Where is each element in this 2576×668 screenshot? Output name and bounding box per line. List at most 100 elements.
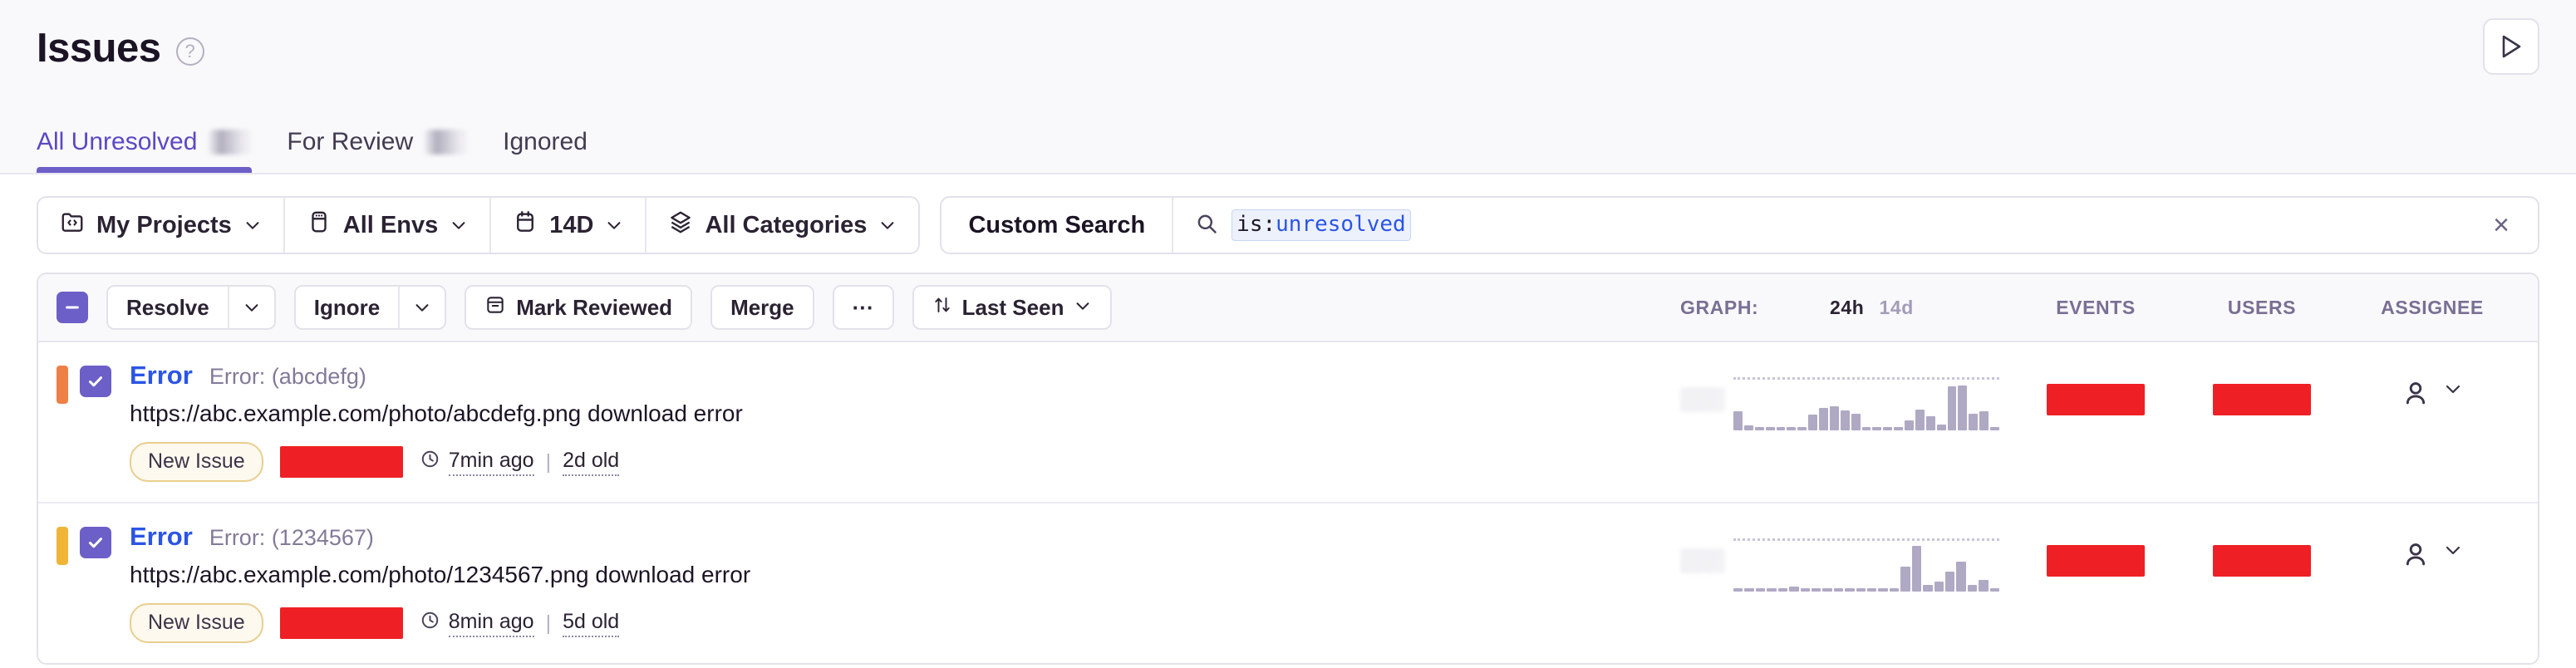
graph-period-24h[interactable]: 24h — [1830, 297, 1864, 319]
server-icon — [307, 209, 332, 241]
sparkline-bar — [1845, 588, 1855, 592]
tab-count-badge-redacted — [425, 130, 469, 155]
resolve-dropdown-chevron-down-icon[interactable] — [227, 287, 274, 328]
assignee-column-header: ASSIGNEE — [2381, 296, 2484, 318]
search-token[interactable]: is:unresolved — [1231, 209, 1411, 241]
redacted-users-count — [2213, 384, 2311, 415]
play-triangle-icon[interactable] — [2483, 18, 2539, 75]
chevron-down-icon[interactable] — [2443, 540, 2463, 564]
sparkline-bar — [1789, 587, 1799, 592]
sparkline-bar — [1934, 582, 1944, 592]
new-issue-badge: New Issue — [130, 442, 263, 482]
tab-ignored[interactable]: Ignored — [503, 128, 587, 173]
user-icon[interactable] — [2401, 379, 2430, 411]
clock-icon — [420, 610, 440, 636]
chevron-down-icon — [1074, 295, 1092, 321]
graph-period-14d[interactable]: 14d — [1879, 297, 1913, 319]
ignore-button[interactable]: Ignore — [295, 287, 399, 328]
issue-time-meta: 8min ago | 5d old — [420, 610, 620, 637]
issue-type-link[interactable]: Error — [130, 522, 193, 552]
filter-all-categories[interactable]: All Categories — [646, 198, 918, 253]
sparkline-bar — [1967, 584, 1978, 592]
filter-bar: My Projects All Envs 14D All Categories … — [0, 174, 2576, 273]
issue-assignee-cell[interactable] — [2345, 522, 2519, 572]
sparkline-bar — [1808, 414, 1817, 430]
issue-title-line: Error Error: (1234567) — [130, 522, 1680, 552]
filter-all-envs[interactable]: All Envs — [285, 198, 492, 253]
issue-users-cell — [2179, 522, 2345, 577]
issue-list: Error Error: (abcdefg) https://abc.examp… — [38, 342, 2538, 663]
sparkline-bar — [1743, 425, 1753, 430]
issue-last-seen[interactable]: 7min ago — [448, 449, 534, 476]
sparkline-bar — [1905, 420, 1914, 430]
filter-label: All Envs — [342, 211, 439, 238]
sort-updown-icon — [932, 295, 952, 321]
close-icon[interactable]: × — [2465, 198, 2538, 253]
sort-label: Last Seen — [961, 294, 1064, 320]
issue-level-indicator — [57, 366, 68, 404]
tab-for-review[interactable]: For Review — [287, 128, 469, 173]
ignore-dropdown-chevron-down-icon[interactable] — [398, 287, 445, 328]
issues-panel: Resolve Ignore Mark Reviewed Merge ··· L… — [37, 273, 2539, 665]
sparkline-bar — [1872, 427, 1882, 430]
chevron-down-icon[interactable] — [2443, 379, 2463, 403]
issue-row[interactable]: Error Error: (1234567) https://abc.examp… — [38, 503, 2538, 663]
sparkline-bar — [1900, 567, 1910, 592]
users-column-header: USERS — [2227, 296, 2297, 318]
tab-count-badge-redacted — [209, 130, 253, 155]
issue-events-cell — [2013, 522, 2179, 577]
merge-button[interactable]: Merge — [712, 287, 813, 328]
issue-age[interactable]: 2d old — [563, 449, 620, 476]
sparkline-bar — [1867, 588, 1877, 592]
tab-bar: All Unresolved For Review Ignored — [37, 128, 622, 173]
issue-row[interactable]: Error Error: (abcdefg) https://abc.examp… — [38, 342, 2538, 503]
issue-row-checkbox[interactable] — [80, 366, 111, 397]
issue-culprit: Error: (abcdefg) — [209, 364, 366, 389]
issue-type-link[interactable]: Error — [130, 361, 193, 390]
more-actions-button[interactable]: ··· — [833, 287, 892, 328]
sparkline-bar — [1733, 588, 1743, 592]
filter-my-projects[interactable]: My Projects — [38, 198, 285, 253]
redacted-events-count — [2047, 384, 2145, 415]
issue-age[interactable]: 5d old — [563, 610, 620, 637]
layers-icon — [668, 209, 693, 241]
search-token-value: unresolved — [1276, 212, 1406, 238]
select-all-checkbox[interactable] — [57, 292, 88, 323]
issue-last-seen[interactable]: 8min ago — [448, 610, 534, 637]
sparkline-bar — [1822, 588, 1832, 592]
search-icon — [1195, 212, 1218, 239]
sort-button[interactable]: Last Seen — [913, 287, 1111, 328]
issue-row-checkbox[interactable] — [80, 527, 111, 558]
user-icon[interactable] — [2401, 540, 2430, 572]
sparkline-bar — [1767, 588, 1777, 592]
column-headers: GRAPH: 24h 14d EVENTS USERS ASSIGNEE — [1680, 297, 2519, 319]
sparkline-bar — [1979, 411, 1989, 430]
issue-details: Error Error: (1234567) https://abc.examp… — [111, 522, 1680, 643]
search-input[interactable]: is:unresolved — [1173, 198, 2465, 253]
sparkline-bar — [1819, 408, 1828, 430]
issues-toolbar: Resolve Ignore Mark Reviewed Merge ··· L… — [38, 274, 2538, 342]
filter-label: 14D — [549, 211, 594, 238]
tab-label: For Review — [287, 128, 414, 155]
redacted-events-count — [2047, 545, 2145, 577]
resolve-button[interactable]: Resolve — [108, 287, 228, 328]
sparkline-bar — [1915, 409, 1925, 430]
sparkline-bar — [1956, 562, 1966, 592]
tab-all-unresolved[interactable]: All Unresolved — [37, 128, 253, 173]
question-circle-icon[interactable]: ? — [175, 37, 204, 66]
mark-reviewed-button[interactable]: Mark Reviewed — [466, 287, 691, 328]
sparkline-bar — [1911, 545, 1922, 592]
chevron-down-icon — [878, 216, 897, 234]
issue-culprit: Error: (1234567) — [209, 525, 374, 550]
tab-label: All Unresolved — [37, 128, 198, 155]
issue-title-line: Error Error: (abcdefg) — [130, 361, 1680, 390]
sparkline-bar — [1989, 588, 2000, 592]
issue-time-meta: 7min ago | 2d old — [420, 449, 620, 476]
issue-assignee-cell[interactable] — [2345, 361, 2519, 411]
filter-date-range[interactable]: 14D — [491, 198, 647, 253]
search-bar: Custom Search is:unresolved × — [940, 196, 2539, 254]
sparkline-bar — [1947, 386, 1957, 430]
custom-search-button[interactable]: Custom Search — [941, 198, 1174, 253]
sparkline-bar — [1979, 579, 1989, 592]
sparkline-bar — [1811, 588, 1821, 592]
